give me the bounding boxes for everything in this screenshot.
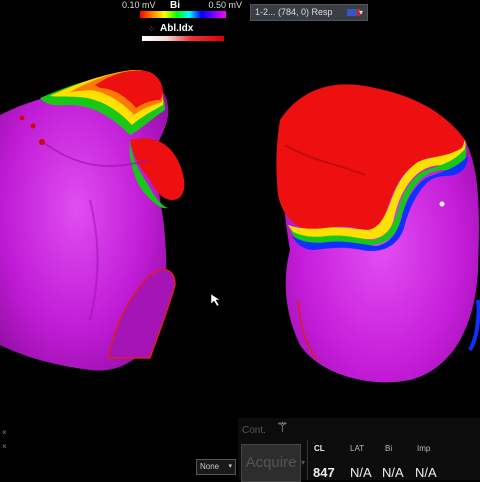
lat-value: N/A [350, 465, 372, 480]
axis-marker: × [2, 442, 7, 451]
voltage-color-scale[interactable]: 0.10 mV Bi 0.50 mV [122, 0, 242, 22]
abl-index-gradient-bar [142, 36, 224, 41]
right-chamber-mesh[interactable] [276, 84, 480, 383]
abl-index-title: Abl.Idx [160, 23, 194, 34]
ablation-index-scale[interactable]: ⁘ Abl.Idx [140, 22, 226, 44]
magic-wand-icon[interactable]: ⚚ [276, 419, 289, 436]
axis-marker: × [2, 428, 7, 437]
imp-value: N/A [415, 465, 437, 480]
scale-title: Bi [170, 0, 180, 11]
chevron-down-icon: ▾ [359, 8, 364, 17]
left-chamber-mesh[interactable] [0, 70, 185, 371]
acquire-button[interactable]: Acquire [241, 444, 301, 482]
panel-divider [307, 440, 308, 480]
imp-header: Imp [417, 444, 431, 453]
bi-value: N/A [382, 465, 404, 480]
lat-header: LAT [350, 444, 365, 453]
continuous-label[interactable]: Cont. [242, 425, 266, 436]
electroanatomic-map-view[interactable] [0, 0, 480, 480]
bi-header: Bi [385, 444, 393, 453]
scale-gradient-bar[interactable] [140, 11, 226, 18]
map-selector-value: 1-2... (784, 0) Resp [255, 7, 333, 17]
chevron-down-icon[interactable]: ▾ [301, 458, 305, 467]
mouse-cursor [210, 293, 221, 307]
scale-min-label: 0.10 mV [122, 0, 156, 10]
scale-max-label: 0.50 mV [208, 0, 242, 10]
none-dropdown[interactable]: None ▾ [196, 459, 236, 475]
chevron-down-icon: ▾ [228, 463, 232, 470]
map-selector-dropdown[interactable]: 1-2... (784, 0) Resp ▾ [250, 4, 368, 21]
cl-header: CL [314, 444, 325, 453]
grid-icon: ⁘ [148, 24, 156, 34]
none-dropdown-value: None [200, 462, 220, 471]
cl-value: 847 [313, 465, 335, 480]
